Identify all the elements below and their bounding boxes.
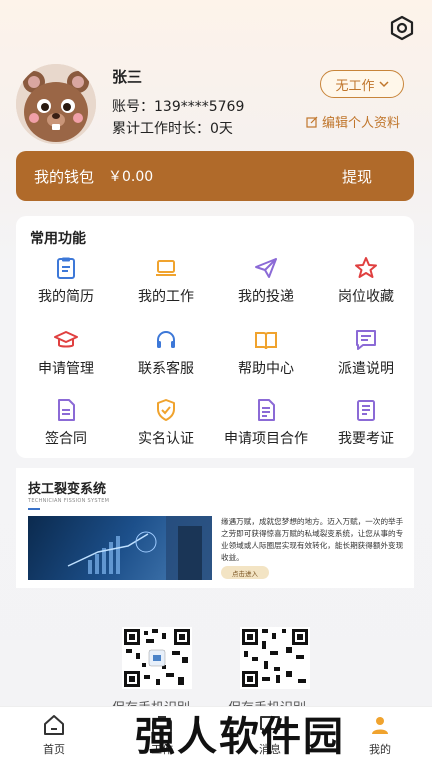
chevron-down-icon <box>378 81 389 88</box>
function-item-apply-manage[interactable]: 申请管理 <box>16 328 116 378</box>
function-item-contract[interactable]: 签合同 <box>16 398 116 448</box>
user-icon <box>372 717 388 734</box>
document-icon <box>58 399 75 421</box>
function-label: 申请管理 <box>38 361 94 377</box>
qr-code-left <box>122 627 192 689</box>
function-label: 联系客服 <box>138 361 194 377</box>
function-item-favorites[interactable]: 岗位收藏 <box>316 256 416 306</box>
function-label: 帮助中心 <box>238 361 294 377</box>
home-icon <box>44 715 64 735</box>
user-name: 张三 <box>112 68 143 86</box>
tab-home[interactable]: 首页 <box>24 713 84 757</box>
paper-plane-icon <box>255 258 277 278</box>
edit-profile-link[interactable]: 编辑个人资料 <box>306 112 400 131</box>
enter-button[interactable]: 点击进入 <box>221 566 269 579</box>
function-label: 派遣说明 <box>338 361 394 377</box>
settings-icon[interactable] <box>388 14 416 42</box>
wallet-label: 我的钱包 <box>34 167 95 186</box>
tab-label: 首页 <box>43 743 65 756</box>
headset-icon <box>157 331 175 348</box>
function-label: 我要考证 <box>338 431 394 447</box>
function-item-support[interactable]: 联系客服 <box>116 328 216 378</box>
function-label: 申请项目合作 <box>224 431 308 447</box>
laptop-icon <box>156 260 176 276</box>
fission-system-section: 技工裂变系统 TECHNICIAN FISSION SYSTEM 缘遇万赋，成就… <box>16 468 414 588</box>
function-item-help[interactable]: 帮助中心 <box>216 328 316 378</box>
promo-title: 技工裂变系统 <box>28 482 107 497</box>
function-label: 实名认证 <box>138 431 194 447</box>
document-list-icon <box>258 399 275 421</box>
section-title: 常用功能 <box>30 231 86 247</box>
withdraw-button[interactable]: 提现 <box>342 166 372 187</box>
function-item-cooperation[interactable]: 申请项目合作 <box>216 398 316 448</box>
watermark-text: 强人软件园 <box>135 714 345 760</box>
function-label: 我的投递 <box>238 289 294 305</box>
function-label: 我的简历 <box>38 289 94 305</box>
certificate-icon <box>357 400 375 421</box>
function-item-verification[interactable]: 实名认证 <box>116 398 216 448</box>
function-item-applications[interactable]: 我的投递 <box>216 256 316 306</box>
promo-image[interactable] <box>28 516 212 580</box>
work-duration: 累计工作时长：0天 <box>112 121 233 137</box>
function-label: 我的工作 <box>138 289 194 305</box>
qr-code-right <box>240 627 310 689</box>
work-status-button[interactable]: 无工作 <box>320 70 404 98</box>
account-number: 账号：139****5769 <box>112 99 245 115</box>
tab-mine[interactable]: 我的 <box>350 713 410 757</box>
work-status-label: 无工作 <box>335 78 375 94</box>
tab-label: 我的 <box>369 743 391 756</box>
graduation-cap-icon <box>54 331 78 348</box>
avatar[interactable] <box>16 64 96 144</box>
title-underline <box>28 508 40 510</box>
message-icon <box>356 330 376 350</box>
book-icon <box>255 332 277 350</box>
function-item-certificate[interactable]: 我要考证 <box>316 398 416 448</box>
promo-description: 缘遇万赋，成就您梦想的地方。迈入万赋，一次的举手之劳即可获得惊喜万赋的私域裂变系… <box>221 517 404 562</box>
star-icon <box>355 257 377 278</box>
function-item-dispatch-info[interactable]: 派遣说明 <box>316 328 416 378</box>
edit-icon <box>306 116 318 128</box>
edit-profile-label: 编辑个人资料 <box>322 116 401 131</box>
function-item-resume[interactable]: 我的简历 <box>16 256 116 306</box>
function-label: 签合同 <box>45 431 87 447</box>
promo-subtitle: TECHNICIAN FISSION SYSTEM <box>28 498 110 504</box>
profile-header: 张三 账号：139****5769 累计工作时长：0天 无工作 编辑个人资料 <box>16 62 416 144</box>
wallet-amount: ￥0.00 <box>108 169 154 185</box>
common-functions-card: 常用功能 我的简历 我的工作 我的投递 岗位收藏 申请管理 联系客服 帮助中心 … <box>16 216 414 458</box>
function-item-my-work[interactable]: 我的工作 <box>116 256 216 306</box>
wallet-banner[interactable]: 我的钱包 ￥0.00 提现 <box>16 151 414 201</box>
shield-check-icon <box>157 399 175 421</box>
function-label: 岗位收藏 <box>338 289 394 305</box>
resume-icon <box>57 257 75 279</box>
